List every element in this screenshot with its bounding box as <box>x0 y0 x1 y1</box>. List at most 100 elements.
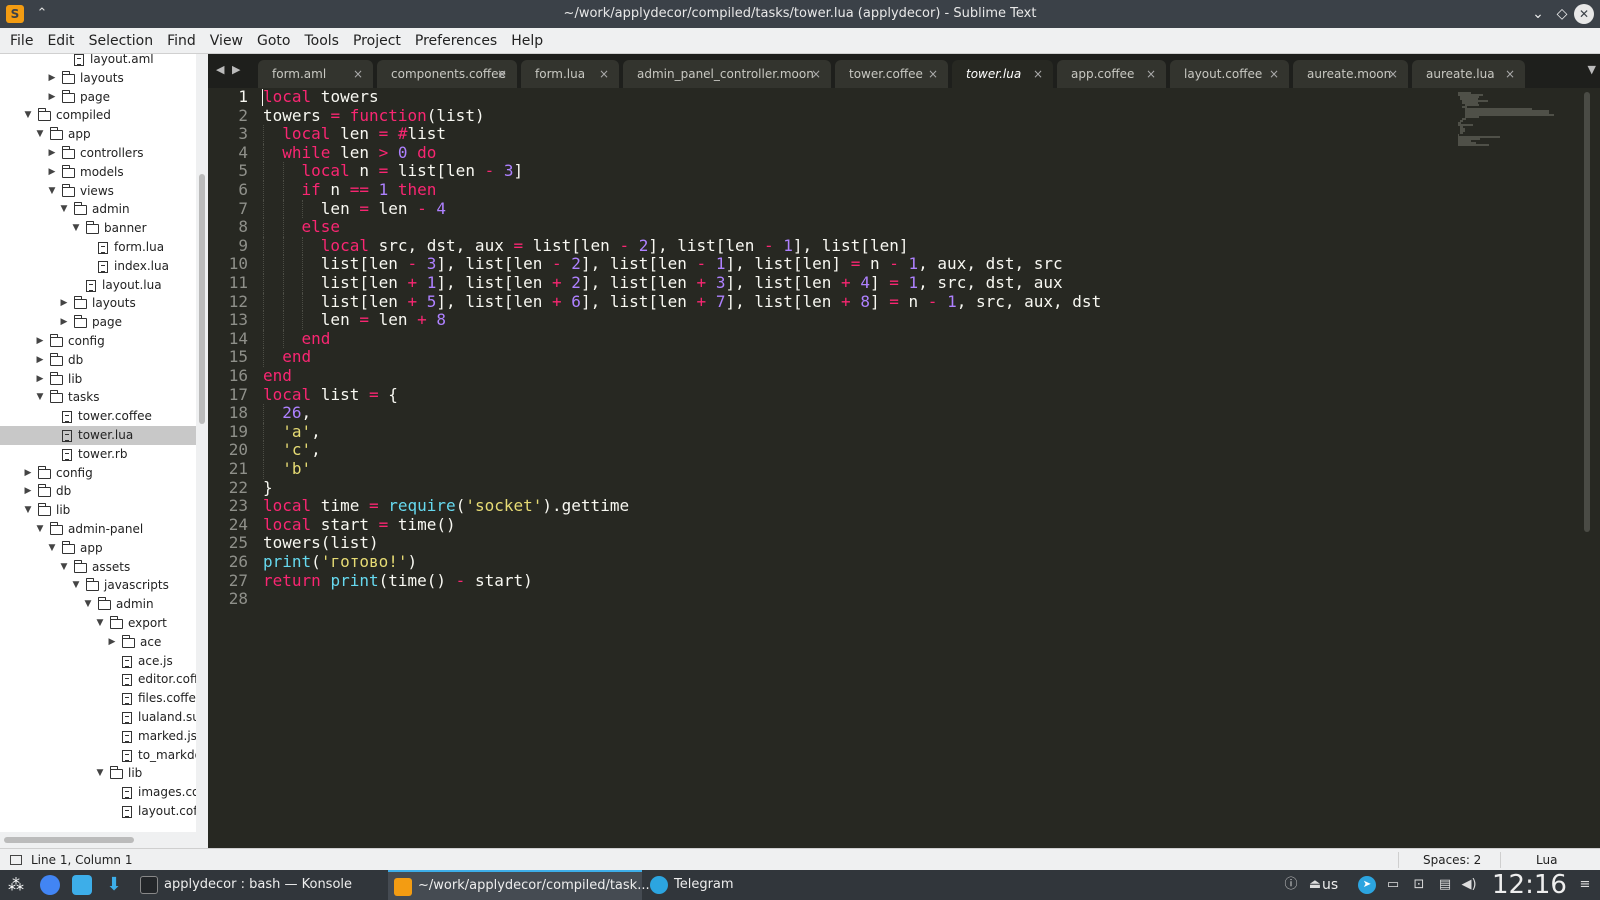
expanded-arrow-icon[interactable]: ▼ <box>58 558 70 577</box>
expanded-arrow-icon[interactable]: ▼ <box>70 576 82 595</box>
sidebar-file-item[interactable]: tower.lua <box>0 426 196 445</box>
expanded-arrow-icon[interactable]: ▼ <box>34 520 46 539</box>
code-line[interactable]: 'c', <box>263 441 321 460</box>
menu-preferences[interactable]: Preferences <box>408 28 504 54</box>
clipboard-icon[interactable]: ▤ <box>1436 876 1454 894</box>
sidebar-folder-item[interactable]: ▼ views <box>0 182 196 201</box>
expanded-arrow-icon[interactable]: ▼ <box>34 125 46 144</box>
code-line[interactable]: local src, dst, aux = list[len - 2], lis… <box>263 236 909 256</box>
code-line[interactable]: local len = #list <box>263 124 446 144</box>
taskbar-task[interactable]: applydecor : bash — Konsole <box>134 870 378 900</box>
sidebar-folder-item[interactable]: ▼ admin-panel <box>0 520 196 539</box>
menu-view[interactable]: View <box>203 28 250 54</box>
code-line[interactable]: while len > 0 do <box>263 143 436 163</box>
code-line[interactable]: 'b' <box>263 459 311 479</box>
sidebar-folder-item[interactable]: ▶ db <box>0 351 196 370</box>
expanded-arrow-icon[interactable]: ▼ <box>70 219 82 238</box>
sidebar-folder-item[interactable]: ▼ app <box>0 125 196 144</box>
sidebar-file-item[interactable]: tower.coffee <box>0 407 196 426</box>
code-line[interactable]: towers = function(list) <box>263 106 485 126</box>
sidebar-folder-item[interactable]: ▼ javascripts <box>0 576 196 595</box>
expanded-arrow-icon[interactable]: ▼ <box>34 388 46 407</box>
menu-project[interactable]: Project <box>346 28 408 54</box>
sidebar-file-item[interactable]: layout.aml <box>0 54 196 69</box>
sidebar-file-item[interactable]: tower.rb <box>0 445 196 464</box>
tab-close-icon[interactable]: × <box>497 60 507 88</box>
code-line[interactable]: else <box>263 217 341 237</box>
collapsed-arrow-icon[interactable]: ▶ <box>46 144 58 163</box>
sidebar-folder-item[interactable]: ▶ page <box>0 88 196 107</box>
sidebar-file-item[interactable]: images.coffee <box>0 783 196 802</box>
tab-file[interactable]: aureate.moon × <box>1293 60 1408 88</box>
sidebar-folder-item[interactable]: ▼ app <box>0 539 196 558</box>
collapsed-arrow-icon[interactable]: ▶ <box>46 163 58 182</box>
tab-close-icon[interactable]: × <box>599 60 609 88</box>
sidebar-folder-item[interactable]: ▼ tasks <box>0 388 196 407</box>
telegram-tray-icon[interactable]: ➤ <box>1358 876 1376 894</box>
code-line[interactable]: local list = { <box>263 385 398 405</box>
sidebar-folder-item[interactable]: ▶ layouts <box>0 69 196 88</box>
tab-prev-icon[interactable]: ◀ <box>216 63 228 76</box>
code-line[interactable]: end <box>263 329 331 349</box>
panel-menu-icon[interactable]: ≡ <box>1576 876 1594 894</box>
network-icon[interactable]: ⊡ <box>1410 876 1428 894</box>
expanded-arrow-icon[interactable]: ▼ <box>46 539 58 558</box>
tab-file[interactable]: components.coffee × <box>377 60 517 88</box>
code-line[interactable]: list[len - 3], list[len - 2], list[len -… <box>263 255 1063 274</box>
maximize-button[interactable]: ◇ <box>1552 4 1572 24</box>
editor-scrollbar[interactable] <box>1584 92 1590 532</box>
keyboard-layout[interactable]: us <box>1322 870 1338 900</box>
tab-close-icon[interactable]: × <box>928 60 938 88</box>
taskbar-task[interactable]: ~/work/applydecor/compiled/task... <box>388 870 650 900</box>
sidebar-folder-item[interactable]: ▶ layouts <box>0 294 196 313</box>
expanded-arrow-icon[interactable]: ▼ <box>94 614 106 633</box>
expanded-arrow-icon[interactable]: ▼ <box>46 182 58 201</box>
code-line[interactable]: local time = require('socket').gettime <box>263 496 629 516</box>
tab-overflow-icon[interactable]: ▼ <box>1588 63 1596 76</box>
application-launcher-icon[interactable]: ⁂ <box>6 875 26 895</box>
code-line[interactable]: local n = list[len - 3] <box>263 162 524 181</box>
collapsed-arrow-icon[interactable]: ▶ <box>22 464 34 483</box>
tab-file[interactable]: tower.coffee × <box>835 60 948 88</box>
battery-icon[interactable]: ▭ <box>1384 876 1402 894</box>
code-line[interactable]: len = len - 4 <box>263 199 446 219</box>
close-button[interactable]: ✕ <box>1574 4 1594 24</box>
sidebar-file-item[interactable]: files.coffee <box>0 689 196 708</box>
collapsed-arrow-icon[interactable]: ▶ <box>46 69 58 88</box>
collapsed-arrow-icon[interactable]: ▶ <box>106 633 118 652</box>
sidebar-folder-item[interactable]: ▼ lib <box>0 501 196 520</box>
tab-next-icon[interactable]: ▶ <box>232 63 244 76</box>
expanded-arrow-icon[interactable]: ▼ <box>22 501 34 520</box>
code-line[interactable]: 'a', <box>263 422 321 442</box>
menu-selection[interactable]: Selection <box>82 28 161 54</box>
chromium-icon[interactable] <box>40 875 60 895</box>
tab-close-icon[interactable]: × <box>1388 60 1398 88</box>
sidebar-hscroll-thumb[interactable] <box>4 837 134 843</box>
code-line[interactable]: towers(list) <box>263 534 379 553</box>
sidebar-folder-item[interactable]: ▶ ace <box>0 633 196 652</box>
menu-find[interactable]: Find <box>160 28 203 54</box>
sidebar-folder-item[interactable]: ▼ admin <box>0 200 196 219</box>
expanded-arrow-icon[interactable]: ▼ <box>22 106 34 125</box>
sidebar-folder-item[interactable]: ▼ admin <box>0 595 196 614</box>
download-icon[interactable]: ⬇ <box>104 875 124 895</box>
expanded-arrow-icon[interactable]: ▼ <box>82 595 94 614</box>
tab-file[interactable]: layout.coffee × <box>1170 60 1289 88</box>
sidebar-scrollbar[interactable] <box>196 54 208 832</box>
tab-file[interactable]: form.lua × <box>521 60 619 88</box>
tab-close-icon[interactable]: × <box>1505 60 1515 88</box>
code-line[interactable]: return print(time() - start) <box>263 571 533 591</box>
sidebar-folder-item[interactable]: ▶ config <box>0 332 196 351</box>
sidebar-file-item[interactable]: layout.lua <box>0 276 196 295</box>
sidebar-horizontal-scrollbar[interactable] <box>0 832 208 848</box>
indentation-setting[interactable]: Spaces: 2 <box>1423 849 1481 871</box>
sidebar-file-item[interactable]: marked.js <box>0 727 196 746</box>
expanded-arrow-icon[interactable]: ▼ <box>58 200 70 219</box>
menu-file[interactable]: File <box>0 28 40 54</box>
sidebar-folder-item[interactable]: ▼ lib <box>0 764 196 783</box>
collapsed-arrow-icon[interactable]: ▶ <box>34 351 46 370</box>
code-line[interactable]: local towers <box>263 87 379 107</box>
clock[interactable]: 12:16 <box>1492 870 1567 900</box>
tab-file[interactable]: aureate.lua × <box>1412 60 1525 88</box>
tab-file[interactable]: form.aml × <box>258 60 373 88</box>
